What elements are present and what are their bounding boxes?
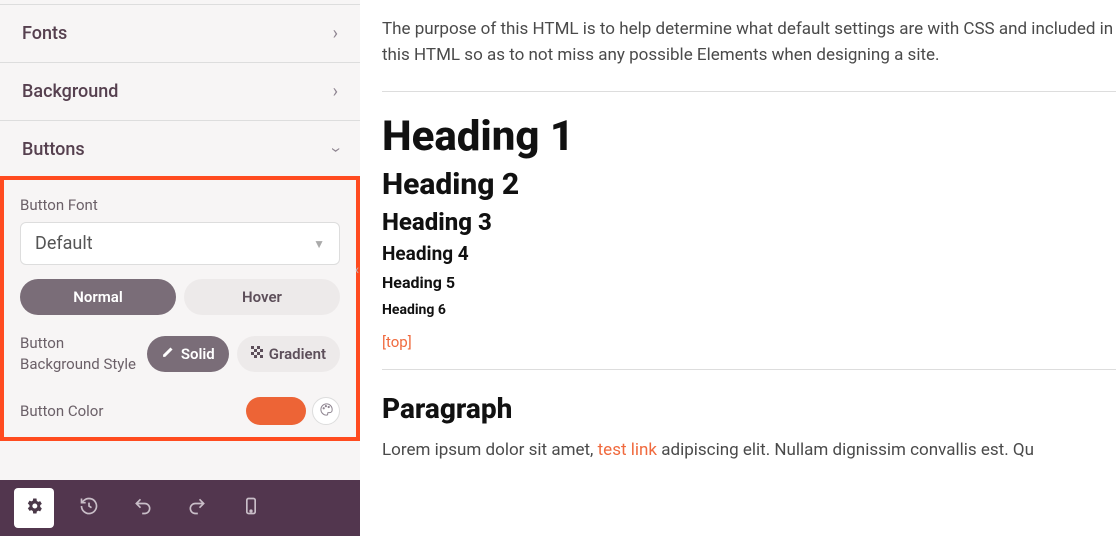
button-font-value: Default — [35, 233, 93, 254]
button-color-row: Button Color — [20, 397, 340, 425]
bg-style-gradient-label: Gradient — [269, 345, 326, 363]
heading-1: Heading 1 — [382, 112, 1116, 161]
test-link[interactable]: test link — [598, 440, 657, 460]
color-swatch[interactable] — [246, 397, 306, 425]
history-icon — [79, 496, 99, 520]
section-fonts[interactable]: Fonts › — [0, 4, 360, 63]
heading-4: Heading 4 — [382, 242, 1116, 265]
section-buttons-title: Buttons — [22, 139, 85, 160]
chevron-down-icon: › — [326, 147, 344, 152]
collapse-sidebar-handle[interactable]: ‹ — [352, 258, 362, 282]
paragraph-post: adipiscing elit. Nullam dignissim conval… — [657, 440, 1034, 460]
bg-style-label: Button Background Style — [20, 333, 137, 375]
section-fonts-title: Fonts — [22, 23, 67, 44]
bottom-toolbar — [0, 480, 360, 536]
settings-button[interactable] — [14, 488, 54, 528]
preview-pane: The purpose of this HTML is to help dete… — [360, 0, 1116, 536]
divider — [382, 369, 1116, 370]
section-buttons[interactable]: Buttons › — [0, 121, 360, 178]
bg-style-gradient[interactable]: Gradient — [237, 336, 340, 372]
undo-button[interactable] — [116, 488, 170, 528]
mobile-icon — [241, 496, 261, 520]
paragraph-heading: Paragraph — [382, 392, 1116, 425]
paragraph-body: Lorem ipsum dolor sit amet, test link ad… — [382, 437, 1116, 463]
divider — [382, 91, 1116, 92]
buttons-panel-highlight: Button Font Default ▼ Normal Hover Butto… — [0, 176, 360, 441]
bg-style-solid-label: Solid — [181, 345, 215, 363]
tab-normal[interactable]: Normal — [20, 279, 176, 315]
section-background-title: Background — [22, 81, 118, 102]
color-control — [246, 397, 340, 425]
dropdown-arrow-icon: ▼ — [313, 237, 325, 251]
undo-icon — [133, 496, 153, 520]
tab-hover[interactable]: Hover — [184, 279, 340, 315]
panel-scroll: Fonts › Background › Buttons › Button Fo… — [0, 0, 360, 480]
state-tabs: Normal Hover — [20, 279, 340, 315]
tab-normal-label: Normal — [73, 288, 122, 306]
heading-2: Heading 2 — [382, 167, 1116, 202]
bg-style-solid[interactable]: Solid — [147, 336, 229, 372]
bg-style-row: Button Background Style Solid Gradient — [20, 333, 340, 375]
palette-icon — [319, 402, 334, 421]
button-color-label: Button Color — [20, 401, 236, 422]
bg-style-group: Solid Gradient — [147, 336, 340, 372]
button-font-select[interactable]: Default ▼ — [20, 222, 340, 265]
redo-button[interactable] — [170, 488, 224, 528]
chevron-right-icon: › — [333, 25, 338, 43]
top-link[interactable]: [top] — [382, 333, 412, 351]
history-button[interactable] — [62, 488, 116, 528]
paragraph-pre: Lorem ipsum dolor sit amet, — [382, 440, 598, 460]
button-font-label: Button Font — [20, 196, 340, 214]
chevron-right-icon: › — [333, 83, 338, 101]
heading-6: Heading 6 — [382, 302, 1116, 318]
intro-text: The purpose of this HTML is to help dete… — [382, 16, 1116, 69]
section-background[interactable]: Background › — [0, 63, 360, 121]
color-picker-button[interactable] — [312, 397, 340, 425]
redo-icon — [187, 496, 207, 520]
customizer-sidebar: Fonts › Background › Buttons › Button Fo… — [0, 0, 360, 536]
pencil-icon — [161, 345, 175, 363]
gear-icon — [24, 496, 44, 520]
heading-3: Heading 3 — [382, 208, 1116, 236]
grid-icon — [251, 346, 263, 362]
heading-5: Heading 5 — [382, 273, 1116, 292]
mobile-preview-button[interactable] — [224, 488, 278, 528]
tab-hover-label: Hover — [242, 288, 282, 306]
